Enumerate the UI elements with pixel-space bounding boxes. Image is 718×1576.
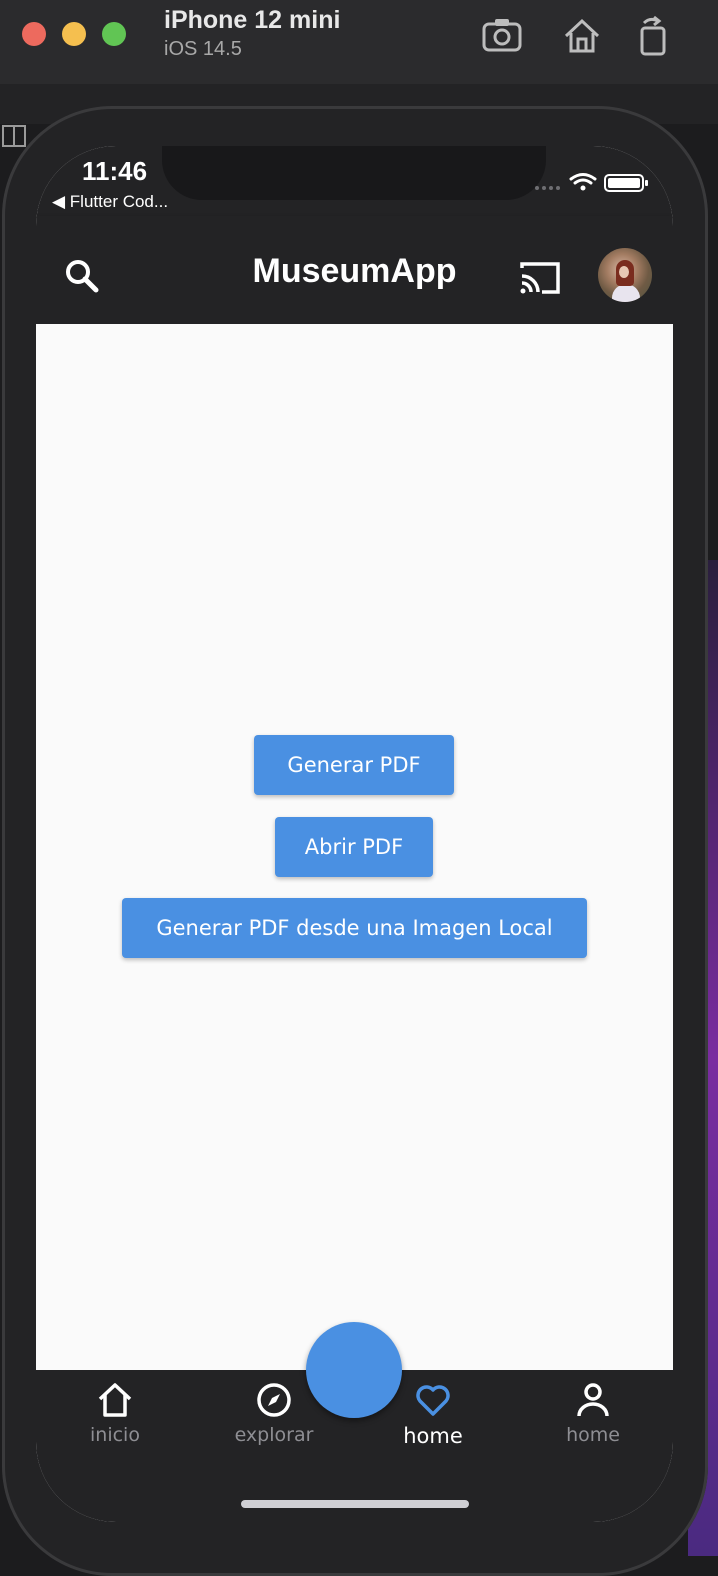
screenshot-icon[interactable] xyxy=(480,14,524,58)
open-pdf-button[interactable]: Abrir PDF xyxy=(275,817,433,877)
app-title: MuseumApp xyxy=(252,252,457,290)
generate-pdf-button[interactable]: Generar PDF xyxy=(254,735,454,795)
avatar-body xyxy=(612,284,640,302)
nav-item-inicio[interactable]: inicio xyxy=(55,1380,175,1460)
nav-label-inicio: inicio xyxy=(90,1424,140,1446)
status-time: 11:46 xyxy=(82,156,148,186)
nav-label-home-profile: home xyxy=(566,1424,620,1446)
signal-icon xyxy=(535,186,560,190)
sidebar-toggle-icon xyxy=(2,125,26,147)
generate-pdf-from-image-button[interactable]: Generar PDF desde una Imagen Local xyxy=(122,898,587,958)
cast-icon[interactable] xyxy=(518,258,562,298)
back-to-app-link[interactable]: ◀ Flutter Cod... xyxy=(52,192,168,212)
avatar[interactable] xyxy=(598,248,652,302)
simulator-titlebar: iPhone 12 mini iOS 14.5 xyxy=(0,0,718,85)
zoom-window-button[interactable] xyxy=(102,22,126,46)
home-button-icon[interactable] xyxy=(560,14,604,58)
battery-icon xyxy=(604,174,648,192)
wifi-icon xyxy=(569,173,597,185)
status-icons xyxy=(535,173,648,192)
minimize-window-button[interactable] xyxy=(62,22,86,46)
status-bar: 11:46 ◀ Flutter Cod... xyxy=(36,146,673,216)
window-title: iPhone 12 mini xyxy=(164,6,341,34)
rotate-icon[interactable] xyxy=(632,14,676,58)
avatar-face xyxy=(619,266,629,278)
device-screen: 11:46 ◀ Flutter Cod... MuseumApp Generar… xyxy=(36,146,673,1522)
nav-item-home-profile[interactable]: home xyxy=(533,1380,653,1460)
app-bar: MuseumApp xyxy=(36,216,673,324)
nav-label-home-active: home xyxy=(403,1424,463,1448)
notch xyxy=(162,146,546,200)
floating-action-button[interactable] xyxy=(306,1322,402,1418)
close-window-button[interactable] xyxy=(22,22,46,46)
compass-icon xyxy=(257,1383,291,1417)
nav-label-explorar: explorar xyxy=(234,1424,314,1446)
heart-icon xyxy=(416,1385,450,1416)
person-icon xyxy=(577,1383,609,1417)
window-subtitle: iOS 14.5 xyxy=(164,38,242,60)
home-icon xyxy=(98,1383,132,1417)
main-content: Generar PDF Abrir PDF Generar PDF desde … xyxy=(36,324,673,1370)
home-indicator[interactable] xyxy=(241,1500,469,1508)
